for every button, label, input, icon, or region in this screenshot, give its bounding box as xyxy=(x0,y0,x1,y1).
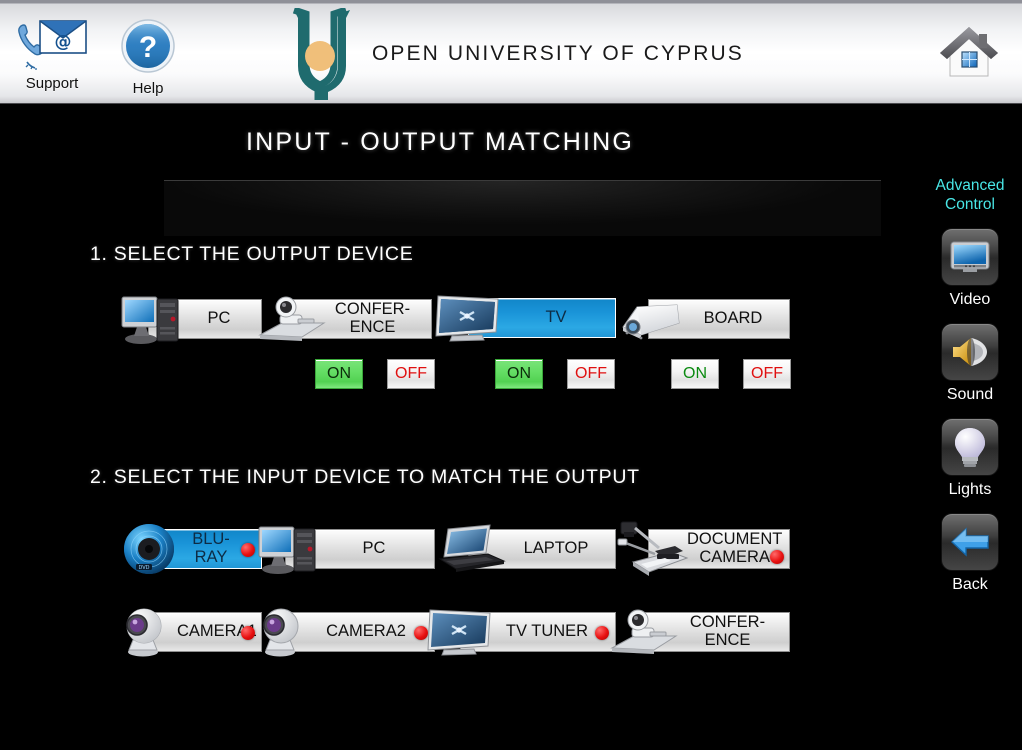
output-device-label: CONFER- ENCE xyxy=(334,300,411,336)
open-university-of-cyprus-logo xyxy=(292,8,350,100)
input-device-tv-tuner[interactable]: TV TUNER xyxy=(427,609,616,656)
advanced-control-sidebar: Advanced Control Video Sound Lights Back xyxy=(918,176,1022,594)
phone-envelope-icon: @ xyxy=(15,18,89,74)
input-active-indicator xyxy=(241,543,255,557)
video-monitor-icon xyxy=(941,228,999,286)
sidebar-item-label: Back xyxy=(952,576,988,593)
page-title: INPUT - OUTPUT MATCHING xyxy=(245,128,635,156)
question-mark-circle-icon: ? xyxy=(121,19,175,73)
sidebar-item-label: Sound xyxy=(946,386,994,403)
input-active-indicator xyxy=(241,626,255,640)
sidebar-item-label: Lights xyxy=(948,481,992,498)
input-device-camera1[interactable]: CAMERA1 xyxy=(126,608,262,657)
input-device-laptop[interactable]: LAPTOP xyxy=(438,524,616,572)
sidebar-item-label: Video xyxy=(949,291,991,308)
input-device-label: PC xyxy=(362,539,386,558)
touch-panel-screen: @ Support ? Help OPEN UNIVERSITY OF CYPR… xyxy=(0,0,1022,750)
board-power-on[interactable]: ON xyxy=(671,359,719,389)
light-bulb-icon xyxy=(941,418,999,476)
support-label: Support xyxy=(25,75,79,92)
sidebar-item-sound[interactable]: Sound xyxy=(918,323,1022,404)
output-device-pc[interactable]: PC xyxy=(121,296,262,344)
input-device-label: TV TUNER xyxy=(505,622,589,641)
output-device-tv[interactable]: TV xyxy=(435,295,616,342)
tv-power-on[interactable]: ON xyxy=(495,359,543,389)
output-device-label: BOARD xyxy=(703,309,763,328)
input-active-indicator xyxy=(770,550,784,564)
input-device-label: LAPTOP xyxy=(523,539,589,558)
home-icon[interactable] xyxy=(938,22,1000,84)
app-header: @ Support ? Help OPEN UNIVERSITY OF CYPR… xyxy=(0,0,1022,104)
advanced-control-label: Advanced Control xyxy=(935,177,1005,213)
help-button[interactable]: ? Help xyxy=(100,18,196,97)
input-device-blu-ray[interactable]: DVD BLU-RAY xyxy=(124,524,262,574)
input-section-heading: 2. SELECT THE INPUT DEVICE TO MATCH THE … xyxy=(90,466,640,488)
speaker-icon xyxy=(941,323,999,381)
board-power-off[interactable]: OFF xyxy=(743,359,791,389)
sidebar-item-lights[interactable]: Lights xyxy=(918,418,1022,499)
input-active-indicator xyxy=(595,626,609,640)
input-device-label: CONFER- ENCE xyxy=(689,613,766,649)
input-device-label: CAMERA2 xyxy=(326,622,406,641)
input-device-camera2[interactable]: CAMERA2 xyxy=(263,608,435,657)
arrow-left-icon xyxy=(941,513,999,571)
sidebar-item-video[interactable]: Video xyxy=(918,228,1022,309)
sidebar-item-back[interactable]: Back xyxy=(918,513,1022,594)
svg-text:?: ? xyxy=(139,31,157,64)
title-underline-panel xyxy=(164,180,881,236)
svg-text:@: @ xyxy=(55,32,72,52)
output-section-heading: 1. SELECT THE OUTPUT DEVICE xyxy=(90,243,414,265)
input-device-conference[interactable]: CONFER- ENCE xyxy=(610,609,790,654)
conference-power-on[interactable]: ON xyxy=(315,359,363,389)
output-device-label: PC xyxy=(207,309,231,328)
output-device-board[interactable]: BOARD xyxy=(622,299,790,340)
brand-title: OPEN UNIVERSITY OF CYPRUS xyxy=(372,42,744,65)
conference-power-off[interactable]: OFF xyxy=(387,359,435,389)
support-button[interactable]: @ Support xyxy=(4,18,100,92)
output-device-label: TV xyxy=(545,308,567,327)
output-device-conference[interactable]: CONFER- ENCE xyxy=(258,296,432,341)
help-label: Help xyxy=(132,80,164,97)
tv-power-off[interactable]: OFF xyxy=(567,359,615,389)
input-device-document-camera[interactable]: DOCUMENT CAMERA xyxy=(617,521,790,576)
input-active-indicator xyxy=(414,626,428,640)
input-device-pc[interactable]: PC xyxy=(258,526,435,574)
svg-text:DVD: DVD xyxy=(138,565,149,571)
